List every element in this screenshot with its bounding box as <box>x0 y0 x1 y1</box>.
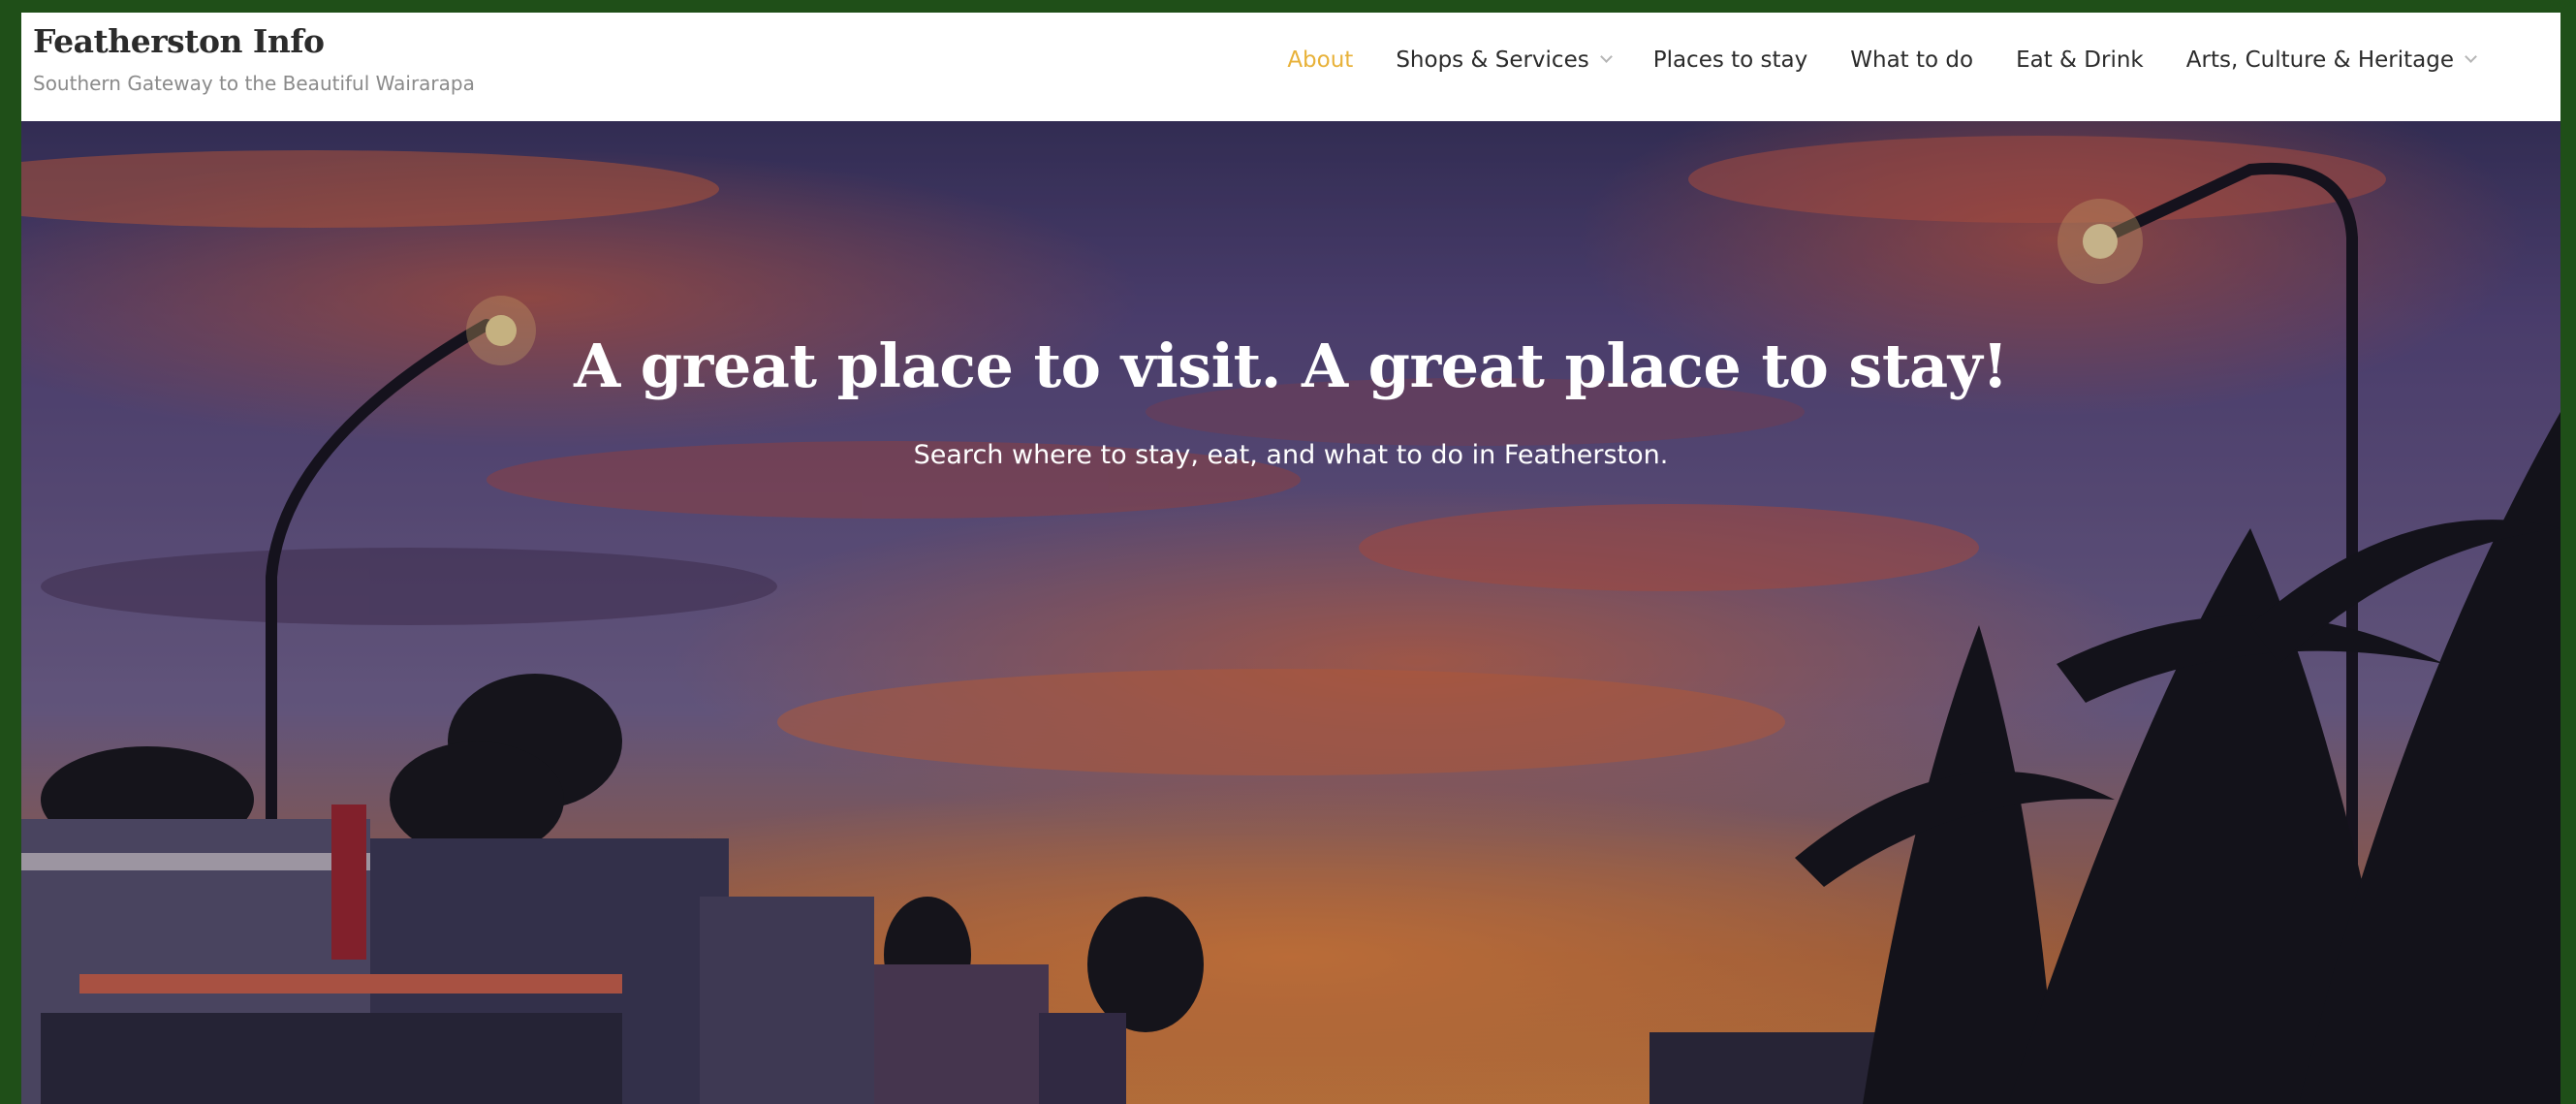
hero-banner: A great place to visit. A great place to… <box>21 121 2560 1104</box>
site-tagline: Southern Gateway to the Beautiful Wairar… <box>33 72 475 95</box>
chevron-down-icon <box>1599 50 1613 63</box>
hero-content: A great place to visit. A great place to… <box>21 331 2560 470</box>
nav-item-label: Shops & Services <box>1396 47 1589 73</box>
hero-subtitle: Search where to stay, eat, and what to d… <box>913 440 1669 470</box>
nav-item-arts-culture-heritage[interactable]: Arts, Culture & Heritage <box>2185 47 2477 73</box>
hero-overlay <box>21 121 2560 1104</box>
page-frame: Featherston Info Southern Gateway to the… <box>21 13 2560 1104</box>
hero-title: A great place to visit. A great place to… <box>574 331 2008 401</box>
chevron-down-icon <box>2465 50 2477 63</box>
nav-item-label: About <box>1287 47 1354 73</box>
site-title-link[interactable]: Featherston Info <box>33 22 475 60</box>
site-header: Featherston Info Southern Gateway to the… <box>21 13 2560 121</box>
site-branding: Featherston Info Southern Gateway to the… <box>33 22 475 95</box>
nav-item-places-to-stay[interactable]: Places to stay <box>1653 47 1808 73</box>
nav-item-shops-services[interactable]: Shops & Services <box>1396 47 1613 73</box>
nav-item-label: Places to stay <box>1652 47 1808 73</box>
nav-item-about[interactable]: About <box>1287 47 1353 73</box>
nav-item-label: Arts, Culture & Heritage <box>2185 47 2454 73</box>
nav-item-label: What to do <box>1850 47 1974 73</box>
main-navigation: About Shops & Services Places to stay Wh… <box>1287 47 2477 73</box>
nav-item-eat-drink[interactable]: Eat & Drink <box>2016 47 2144 73</box>
nav-item-label: Eat & Drink <box>2016 47 2144 73</box>
nav-item-what-to-do[interactable]: What to do <box>1850 47 1973 73</box>
